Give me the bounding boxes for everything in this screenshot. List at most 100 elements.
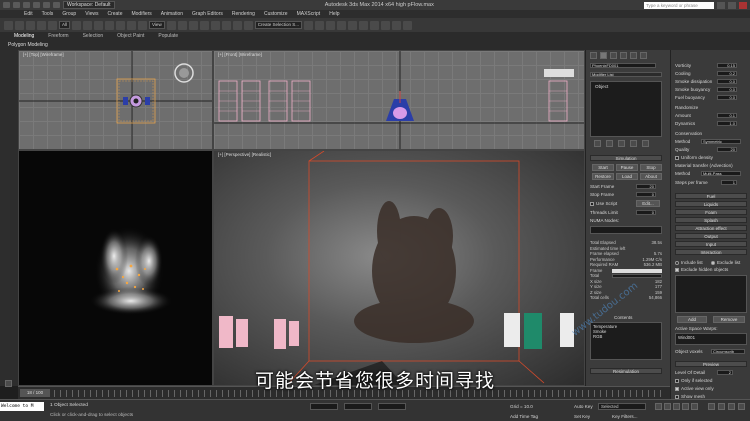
smoke-dissipation-field[interactable]: 0.0: [717, 79, 737, 84]
object-name-field[interactable]: PhoenixFD001: [590, 63, 656, 68]
redo-icon[interactable]: [53, 2, 60, 8]
dynamics-field[interactable]: 1.0: [717, 121, 737, 126]
content-item[interactable]: RGB: [593, 334, 659, 339]
spinner-snap-icon[interactable]: [232, 20, 242, 30]
mirror-icon[interactable]: [303, 20, 313, 30]
hierarchy-tab-icon[interactable]: [610, 52, 617, 59]
workspace-dropdown[interactable]: Workspace: Default: [63, 1, 115, 9]
render-frame-icon[interactable]: [391, 20, 401, 30]
ref-coord-dropdown[interactable]: View: [149, 21, 165, 29]
app-menu-icon[interactable]: [3, 2, 10, 8]
smoke-buoyancy-field[interactable]: 0.0: [717, 87, 737, 92]
link-icon[interactable]: [26, 20, 35, 30]
contents-list[interactable]: Temperature Smoke RGB: [590, 322, 662, 360]
window-crossing-icon[interactable]: [105, 20, 115, 30]
load-button[interactable]: Load: [616, 173, 638, 180]
uniform-density-checkbox[interactable]: Uniform density: [675, 155, 713, 160]
pan-icon[interactable]: [718, 403, 725, 410]
make-unique-icon[interactable]: [618, 140, 625, 147]
align-icon[interactable]: [314, 20, 324, 30]
about-button[interactable]: About: [640, 173, 662, 180]
angle-snap-icon[interactable]: [210, 20, 220, 30]
menu-help[interactable]: Help: [329, 11, 339, 17]
stop-button[interactable]: Stop: [640, 164, 662, 171]
modifier-list-dropdown[interactable]: Modifier List: [590, 72, 662, 77]
close-button[interactable]: [739, 1, 747, 9]
menu-views[interactable]: Views: [85, 11, 98, 17]
fuel-buoyancy-field[interactable]: 0.0: [717, 95, 737, 100]
maxscript-listener[interactable]: Welcome to M: [0, 402, 44, 411]
graphite-tools-icon[interactable]: [336, 20, 346, 30]
rotate-icon[interactable]: [127, 20, 137, 30]
modify-tab-icon[interactable]: [600, 52, 607, 59]
prev-frame-icon[interactable]: [664, 403, 671, 410]
menu-animation[interactable]: Animation: [161, 11, 183, 17]
stack-item-object[interactable]: Object: [591, 82, 661, 91]
undo-tool-icon[interactable]: [4, 20, 13, 30]
include-list-radio[interactable]: Include list: [675, 260, 703, 265]
tab-freeform[interactable]: Freeform: [48, 33, 68, 39]
restore-button[interactable]: Restore: [592, 173, 614, 180]
zoom-icon[interactable]: [708, 403, 715, 410]
method-dropdown[interactable]: Symmetric: [701, 139, 741, 144]
keyboard-shortcut-icon[interactable]: [188, 20, 198, 30]
menu-edit[interactable]: Edit: [24, 11, 33, 17]
menu-modifiers[interactable]: Modifiers: [131, 11, 151, 17]
schematic-view-icon[interactable]: [358, 20, 368, 30]
maximize-button[interactable]: [728, 1, 736, 9]
undo-icon[interactable]: [43, 2, 50, 8]
key-filters-button[interactable]: Key Filters...: [612, 414, 638, 419]
remove-button[interactable]: Remove: [713, 316, 745, 323]
save-file-icon[interactable]: [33, 2, 40, 8]
viewport-label-front[interactable]: [+] [Front] [Wireframe]: [218, 52, 262, 57]
rollout-simulation[interactable]: Simulation: [590, 155, 662, 161]
minimize-button[interactable]: [717, 1, 725, 9]
menu-graph-editors[interactable]: Graph Editors: [192, 11, 223, 17]
viewport-top[interactable]: [+] [Top] [Wireframe]: [18, 50, 213, 150]
snap-toggle-icon[interactable]: [199, 20, 209, 30]
tab-selection[interactable]: Selection: [83, 33, 104, 39]
render-production-icon[interactable]: [402, 20, 412, 30]
goto-start-icon[interactable]: [655, 403, 662, 410]
auto-key-selection-dropdown[interactable]: Selected: [598, 403, 646, 410]
motion-tab-icon[interactable]: [620, 52, 627, 59]
z-coordinate-field[interactable]: [378, 403, 406, 410]
rollout-liquids[interactable]: Liquids: [675, 201, 747, 207]
numa-nodes-field[interactable]: [590, 226, 662, 234]
tab-object-paint[interactable]: Object Paint: [117, 33, 144, 39]
rollout-output[interactable]: Output: [675, 233, 747, 239]
render-setup-icon[interactable]: [380, 20, 390, 30]
rollout-foam[interactable]: Foam: [675, 209, 747, 215]
add-button[interactable]: Add: [677, 316, 707, 323]
use-script-checkbox[interactable]: Use Script: [590, 201, 617, 206]
interaction-list[interactable]: [675, 275, 747, 313]
configure-modifier-icon[interactable]: [642, 140, 649, 147]
unlink-icon[interactable]: [37, 20, 46, 30]
auto-key-button[interactable]: Auto Key: [574, 404, 593, 409]
viewport-front[interactable]: [+] [Front] [Wireframe]: [213, 50, 585, 150]
bind-spacewarp-icon[interactable]: [48, 20, 57, 30]
add-time-tag-button[interactable]: Add Time Tag: [510, 414, 538, 419]
selection-region-icon[interactable]: [94, 20, 104, 30]
play-icon[interactable]: [673, 403, 680, 410]
menu-rendering[interactable]: Rendering: [232, 11, 255, 17]
rollout-interaction[interactable]: Interaction: [675, 249, 747, 255]
menu-maxscript[interactable]: MAXScript: [297, 11, 321, 17]
open-file-icon[interactable]: [23, 2, 30, 8]
search-input[interactable]: Type a keyword or phrase: [644, 1, 714, 9]
amount-field[interactable]: 0.1: [717, 113, 737, 118]
rollout-input[interactable]: Input: [675, 241, 747, 247]
vorticity-field[interactable]: 0.15: [717, 63, 737, 68]
menu-tools[interactable]: Tools: [42, 11, 54, 17]
start-frame-field[interactable]: 20: [636, 184, 656, 189]
menu-create[interactable]: Create: [107, 11, 122, 17]
quality-field[interactable]: 20: [717, 147, 737, 152]
create-tab-icon[interactable]: [590, 52, 597, 59]
display-tab-icon[interactable]: [630, 52, 637, 59]
advection-method-dropdown[interactable]: Multi-Pass: [701, 171, 741, 176]
exclude-hidden-checkbox[interactable]: Exclude hidden objects: [675, 267, 728, 272]
layer-manager-icon[interactable]: [325, 20, 335, 30]
rollout-splash[interactable]: Splash: [675, 217, 747, 223]
orbit-icon[interactable]: [728, 403, 735, 410]
material-editor-icon[interactable]: [369, 20, 379, 30]
